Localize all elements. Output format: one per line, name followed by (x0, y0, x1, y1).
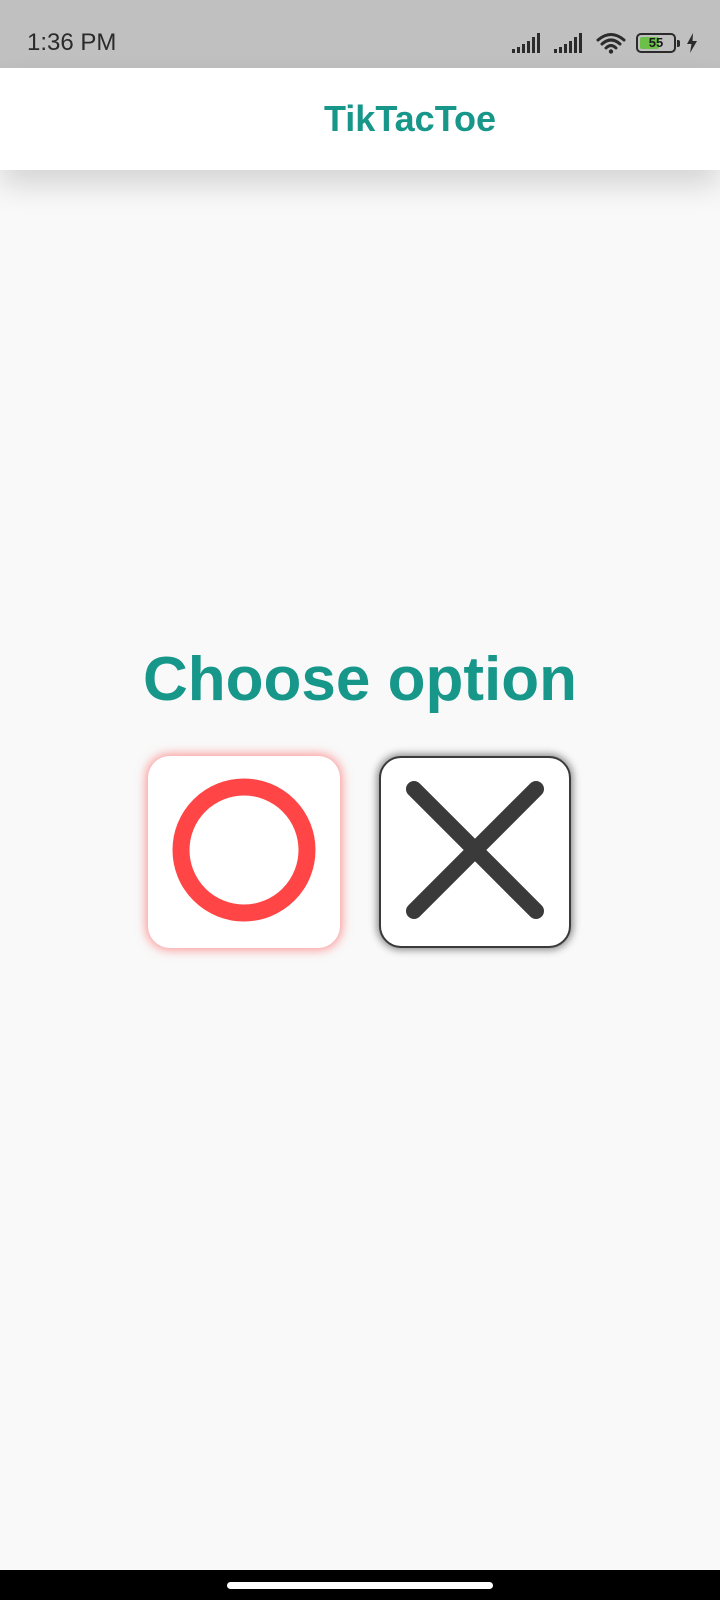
cross-x-icon (400, 775, 550, 930)
battery-level: 55 (648, 35, 664, 50)
status-time: 1:36 PM (27, 29, 117, 56)
status-icons: 55 (512, 28, 698, 58)
status-bar: 1:36 PM 55 (0, 0, 720, 68)
battery-cap (677, 40, 680, 47)
wifi-icon (596, 32, 626, 54)
choose-option-heading: Choose option (143, 645, 577, 714)
signal-icon (554, 32, 586, 54)
option-x-button[interactable] (379, 756, 571, 948)
signal-icon (512, 32, 544, 54)
option-o-button[interactable] (148, 756, 340, 948)
battery-icon: 55 (636, 33, 680, 53)
system-nav-bar (0, 1570, 720, 1600)
home-indicator[interactable] (227, 1582, 493, 1589)
app-title: TikTacToe (323, 98, 497, 139)
circle-o-icon (169, 775, 319, 930)
app-bar: TikTacToe (0, 68, 720, 170)
charging-icon (686, 33, 698, 53)
